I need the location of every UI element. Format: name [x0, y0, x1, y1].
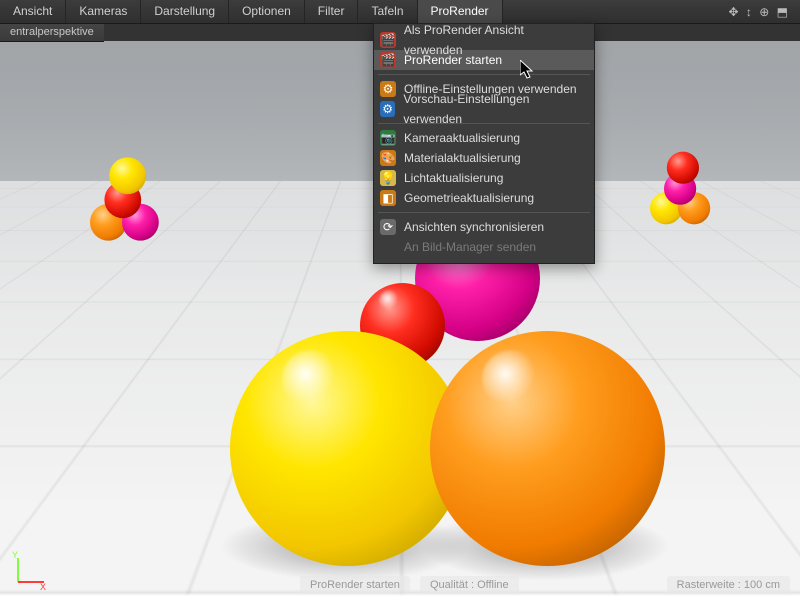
svg-text:Y: Y — [12, 550, 18, 560]
menu-separator — [378, 212, 590, 213]
cube-icon: ◧ — [380, 190, 396, 206]
menu-darstellung[interactable]: Darstellung — [141, 0, 229, 23]
menu-item-label: Geometrieaktualisierung — [404, 188, 534, 208]
menu-item-an-bildmanager-senden: An Bild-Manager senden — [374, 237, 594, 257]
blank-icon — [380, 239, 396, 255]
clapperboard-icon: 🎬 — [380, 32, 396, 48]
menu-item-label: Kameraaktualisierung — [404, 128, 520, 148]
sphere-orange — [430, 331, 665, 566]
camera-icon: 📷 — [380, 130, 396, 146]
menubar: Ansicht Kameras Darstellung Optionen Fil… — [0, 0, 800, 24]
menubar-view-controls[interactable]: ✥ ↕ ⊕ ⬒ — [719, 0, 800, 23]
menu-item-als-prorender-ansicht[interactable]: 🎬 Als ProRender Ansicht verwenden — [374, 30, 594, 50]
menu-separator — [378, 74, 590, 75]
menu-item-geometrieaktualisierung[interactable]: ◧ Geometrieaktualisierung — [374, 188, 594, 208]
clapperboard-icon: 🎬 — [380, 52, 396, 68]
status-prorender[interactable]: ProRender starten — [300, 576, 410, 594]
gear-icon: ⚙ — [380, 81, 396, 97]
svg-text:X: X — [40, 582, 46, 592]
menu-item-label: Lichtaktualisierung — [404, 168, 503, 188]
menu-item-label: Vorschau-Einstellungen verwenden — [403, 89, 584, 129]
menu-ansicht[interactable]: Ansicht — [0, 0, 66, 23]
axis-gizmo[interactable]: Y X — [10, 550, 50, 590]
status-gridwidth: Rasterweite : 100 cm — [667, 576, 790, 594]
status-quality[interactable]: Qualität : Offline — [420, 576, 519, 594]
viewport-tab-label[interactable]: entralperspektive — [0, 23, 104, 42]
menu-kameras[interactable]: Kameras — [66, 0, 141, 23]
menu-item-kameraaktualisierung[interactable]: 📷 Kameraaktualisierung — [374, 128, 594, 148]
menu-item-label: Materialaktualisierung — [404, 148, 521, 168]
menu-item-materialaktualisierung[interactable]: 🎨 Materialaktualisierung — [374, 148, 594, 168]
menu-item-lichtaktualisierung[interactable]: 💡 Lichtaktualisierung — [374, 168, 594, 188]
menu-optionen[interactable]: Optionen — [229, 0, 305, 23]
menu-item-ansichten-synchronisieren[interactable]: ⟳ Ansichten synchronisieren — [374, 217, 594, 237]
palette-icon: 🎨 — [380, 150, 396, 166]
sync-icon: ⟳ — [380, 219, 396, 235]
bulb-icon: 💡 — [380, 170, 396, 186]
prorender-menu: 🎬 Als ProRender Ansicht verwenden 🎬 ProR… — [373, 23, 595, 264]
menu-filter[interactable]: Filter — [305, 0, 359, 23]
menu-item-vorschau-einstellungen[interactable]: ⚙ Vorschau-Einstellungen verwenden — [374, 99, 594, 119]
menu-item-label: Ansichten synchronisieren — [404, 217, 544, 237]
menu-item-label: An Bild-Manager senden — [404, 237, 536, 257]
menu-item-label: ProRender starten — [404, 50, 502, 70]
gear-icon: ⚙ — [380, 101, 395, 117]
